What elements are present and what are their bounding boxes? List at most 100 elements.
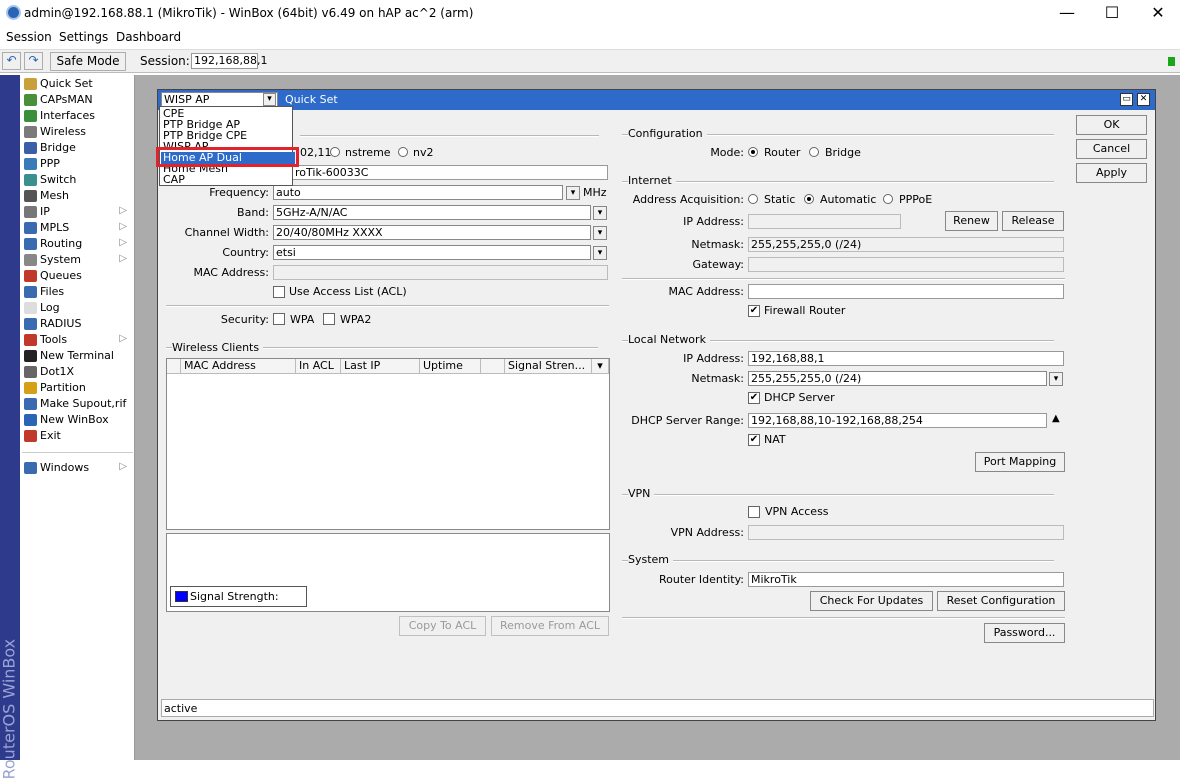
window-close-icon[interactable]: ✕ <box>1137 93 1150 106</box>
reset-configuration-button[interactable]: Reset Configuration <box>937 591 1065 611</box>
vpn-address-label: VPN Address: <box>670 526 744 539</box>
band-arrow-icon[interactable]: ▾ <box>593 206 607 220</box>
sidebar-item-radius[interactable]: RADIUS <box>22 316 133 332</box>
wireless-icon <box>24 126 37 138</box>
radio-nstreme[interactable] <box>330 147 340 157</box>
password-button[interactable]: Password... <box>984 623 1065 643</box>
sidebar-item-log[interactable]: Log <box>22 300 133 316</box>
dhcp-range-field[interactable]: 192,168,88,10-192,168,88,254 <box>748 413 1047 428</box>
internet-mac-field[interactable] <box>748 284 1064 299</box>
apply-button[interactable]: Apply <box>1076 163 1147 183</box>
sidebar-item-label: Tools <box>40 333 68 346</box>
sidebar-item-bridge[interactable]: Bridge <box>22 140 133 156</box>
radio-nv2[interactable] <box>398 147 408 157</box>
frequency-select[interactable]: auto <box>273 185 563 200</box>
column-menu-arrow-icon[interactable]: ▾ <box>592 359 609 374</box>
sidebar-item-capsman[interactable]: CAPsMAN <box>22 92 133 108</box>
sidebar-item-ppp[interactable]: PPP <box>22 156 133 172</box>
close-button[interactable]: ✕ <box>1136 2 1180 24</box>
menu-dashboard[interactable]: Dashboard <box>116 30 181 44</box>
mode-select-arrow-icon[interactable]: ▾ <box>263 93 276 106</box>
mode-select[interactable]: WISP AP <box>161 92 278 107</box>
remove-from-acl-button[interactable]: Remove From ACL <box>491 616 609 636</box>
sidebar-item-ip[interactable]: IP ▷ <box>22 204 133 220</box>
check-for-updates-button[interactable]: Check For Updates <box>810 591 933 611</box>
session-field[interactable]: 192,168,88,1 <box>191 53 267 69</box>
col-mac-address[interactable]: MAC Address <box>181 359 296 374</box>
local-netmask-arrow-icon[interactable]: ▾ <box>1049 372 1063 386</box>
sidebar-item-windows[interactable]: Windows ▷ <box>22 460 133 476</box>
country-select[interactable]: etsi <box>273 245 591 260</box>
safe-mode-button[interactable]: Safe Mode <box>50 52 126 71</box>
col-in-acl[interactable]: In ACL <box>296 359 341 374</box>
radio-pppoe[interactable] <box>883 194 893 204</box>
release-button[interactable]: Release <box>1002 211 1064 231</box>
renew-button[interactable]: Renew <box>945 211 998 231</box>
title-bar: admin@192.168.88.1 (MikroTik) - WinBox (… <box>0 0 1180 28</box>
menu-settings[interactable]: Settings <box>59 30 108 44</box>
sidebar-item-partition[interactable]: Partition <box>22 380 133 396</box>
vpn-access-checkbox[interactable] <box>748 506 760 518</box>
sidebar-item-routing[interactable]: Routing ▷ <box>22 236 133 252</box>
security-label: Security: <box>220 313 269 326</box>
sidebar-item-switch[interactable]: Switch <box>22 172 133 188</box>
window-restore-icon[interactable]: ▭ <box>1120 93 1133 106</box>
sidebar-item-new-terminal[interactable]: New Terminal <box>22 348 133 364</box>
channel-width-select[interactable]: 20/40/80MHz XXXX <box>273 225 591 240</box>
dhcp-server-checkbox[interactable]: ✔ <box>748 392 760 404</box>
wpa2-checkbox[interactable] <box>323 313 335 325</box>
maximize-button[interactable]: ☐ <box>1090 2 1134 24</box>
collapse-arrow-icon[interactable]: ▲ <box>1052 413 1060 424</box>
sidebar-item-make-supout-rif[interactable]: Make Supout,rif <box>22 396 133 412</box>
vpn-access-label: VPN Access <box>765 505 829 518</box>
port-mapping-button[interactable]: Port Mapping <box>975 452 1065 472</box>
sidebar-item-exit[interactable]: Exit <box>22 428 133 444</box>
sidebar-item-mesh[interactable]: Mesh <box>22 188 133 204</box>
col-last-ip[interactable]: Last IP <box>341 359 420 374</box>
sidebar-item-mpls[interactable]: MPLS ▷ <box>22 220 133 236</box>
copy-to-acl-button[interactable]: Copy To ACL <box>399 616 486 636</box>
sidebar-item-new-winbox[interactable]: New WinBox <box>22 412 133 428</box>
quick-set-titlebar[interactable]: Quick Set ▭ ✕ <box>158 90 1155 110</box>
undo-button[interactable]: ↶ <box>2 52 21 70</box>
frequency-arrow-icon[interactable]: ▾ <box>566 186 580 200</box>
mode-dropdown-list[interactable]: CPE PTP Bridge AP PTP Bridge CPE WISP AP Hom… <box>159 106 295 186</box>
network-name-field[interactable]: roTik-60033C <box>292 165 608 180</box>
dropdown-option[interactable]: CAP <box>163 174 185 185</box>
redo-button[interactable]: ↷ <box>24 52 43 70</box>
col-uptime[interactable]: Uptime <box>420 359 481 374</box>
sidebar-item-system[interactable]: System ▷ <box>22 252 133 268</box>
col-signal-strength[interactable]: Signal Stren... <box>505 359 592 374</box>
sidebar-item-interfaces[interactable]: Interfaces <box>22 108 133 124</box>
highlight-box <box>156 147 299 167</box>
sidebar-item-tools[interactable]: Tools ▷ <box>22 332 133 348</box>
local-netmask-select[interactable]: 255,255,255,0 (/24) <box>748 371 1047 386</box>
sidebar-item-queues[interactable]: Queues <box>22 268 133 284</box>
use-acl-checkbox[interactable] <box>273 286 285 298</box>
cancel-button[interactable]: Cancel <box>1076 139 1147 159</box>
radio-automatic[interactable] <box>804 194 814 204</box>
submenu-arrow-icon: ▷ <box>119 333 127 344</box>
sidebar-item-files[interactable]: Files <box>22 284 133 300</box>
wpa-checkbox[interactable] <box>273 313 285 325</box>
country-arrow-icon[interactable]: ▾ <box>593 246 607 260</box>
band-select[interactable]: 5GHz-A/N/AC <box>273 205 591 220</box>
router-identity-field[interactable]: MikroTik <box>748 572 1064 587</box>
sidebar-item-dot1x[interactable]: Dot1X <box>22 364 133 380</box>
sidebar-item-quick-set[interactable]: Quick Set <box>22 76 133 92</box>
wireless-mac-field <box>273 265 608 280</box>
sidebar-item-label: System <box>40 253 82 266</box>
firewall-router-checkbox[interactable]: ✔ <box>748 305 760 317</box>
local-ip-field[interactable]: 192,168,88,1 <box>748 351 1064 366</box>
radio-bridge[interactable] <box>809 147 819 157</box>
radio-router[interactable] <box>748 147 758 157</box>
channel-width-arrow-icon[interactable]: ▾ <box>593 226 607 240</box>
sidebar-item-wireless[interactable]: Wireless <box>22 124 133 140</box>
label-nv2: nv2 <box>413 146 434 159</box>
wireless-clients-table[interactable]: MAC Address In ACL Last IP Uptime Signal… <box>166 358 610 530</box>
radio-static[interactable] <box>748 194 758 204</box>
menu-session[interactable]: Session <box>6 30 52 44</box>
ok-button[interactable]: OK <box>1076 115 1147 135</box>
minimize-button[interactable]: — <box>1045 2 1089 24</box>
nat-checkbox[interactable]: ✔ <box>748 434 760 446</box>
